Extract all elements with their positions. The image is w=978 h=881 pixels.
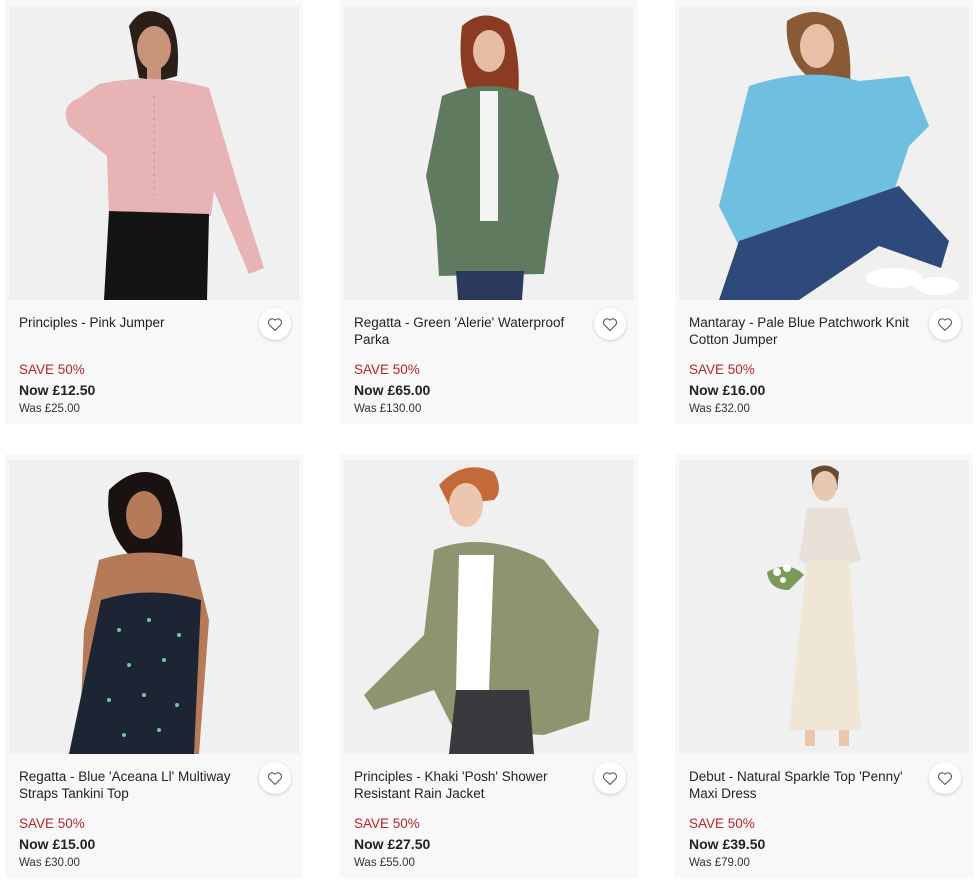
product-grid: Principles - Pink Jumper SAVE 50% Now £1…: [0, 0, 978, 881]
save-badge: SAVE 50%: [354, 362, 420, 377]
product-card[interactable]: Debut - Natural Sparkle Top 'Penny' Maxi…: [675, 454, 973, 878]
save-badge: SAVE 50%: [19, 816, 85, 831]
product-name[interactable]: Regatta - Green 'Alerie' Waterproof Park…: [354, 314, 580, 348]
favourite-button[interactable]: [259, 762, 291, 794]
heart-outline-icon: [602, 317, 618, 331]
product-card[interactable]: Regatta - Green 'Alerie' Waterproof Park…: [340, 0, 638, 424]
save-badge: SAVE 50%: [354, 816, 420, 831]
favourite-button[interactable]: [594, 762, 626, 794]
original-price: Was £25.00: [19, 403, 80, 415]
product-name[interactable]: Principles - Pink Jumper: [19, 314, 245, 331]
model-maxi-dress-illustration: [679, 460, 969, 754]
original-price: Was £79.00: [689, 857, 750, 869]
product-image[interactable]: [344, 6, 634, 300]
product-name[interactable]: Principles - Khaki 'Posh' Shower Resista…: [354, 768, 580, 802]
favourite-button[interactable]: [594, 308, 626, 340]
current-price: Now £65.00: [354, 382, 431, 398]
current-price: Now £15.00: [19, 836, 96, 852]
current-price: Now £12.50: [19, 382, 96, 398]
product-name[interactable]: Mantaray - Pale Blue Patchwork Knit Cott…: [689, 314, 915, 348]
product-card[interactable]: Principles - Pink Jumper SAVE 50% Now £1…: [5, 0, 303, 424]
original-price: Was £30.00: [19, 857, 80, 869]
current-price: Now £16.00: [689, 382, 766, 398]
product-image[interactable]: [344, 460, 634, 754]
product-image[interactable]: [679, 6, 969, 300]
heart-outline-icon: [937, 771, 953, 785]
original-price: Was £55.00: [354, 857, 415, 869]
model-green-parka-illustration: [344, 6, 634, 300]
heart-outline-icon: [267, 317, 283, 331]
product-image[interactable]: [9, 6, 299, 300]
original-price: Was £32.00: [689, 403, 750, 415]
product-image[interactable]: [9, 460, 299, 754]
heart-outline-icon: [267, 771, 283, 785]
save-badge: SAVE 50%: [689, 816, 755, 831]
product-image[interactable]: [679, 460, 969, 754]
product-card[interactable]: Principles - Khaki 'Posh' Shower Resista…: [340, 454, 638, 878]
product-card[interactable]: Regatta - Blue 'Aceana Ll' Multiway Stra…: [5, 454, 303, 878]
favourite-button[interactable]: [929, 762, 961, 794]
product-card[interactable]: Mantaray - Pale Blue Patchwork Knit Cott…: [675, 0, 973, 424]
model-pink-jumper-illustration: [9, 6, 299, 300]
current-price: Now £27.50: [354, 836, 431, 852]
favourite-button[interactable]: [929, 308, 961, 340]
product-name[interactable]: Debut - Natural Sparkle Top 'Penny' Maxi…: [689, 768, 915, 802]
favourite-button[interactable]: [259, 308, 291, 340]
model-blue-jumper-illustration: [679, 6, 969, 300]
model-khaki-jacket-illustration: [344, 460, 634, 754]
heart-outline-icon: [602, 771, 618, 785]
product-name[interactable]: Regatta - Blue 'Aceana Ll' Multiway Stra…: [19, 768, 245, 802]
heart-outline-icon: [937, 317, 953, 331]
original-price: Was £130.00: [354, 403, 422, 415]
current-price: Now £39.50: [689, 836, 766, 852]
model-tankini-top-illustration: [9, 460, 299, 754]
save-badge: SAVE 50%: [689, 362, 755, 377]
save-badge: SAVE 50%: [19, 362, 85, 377]
